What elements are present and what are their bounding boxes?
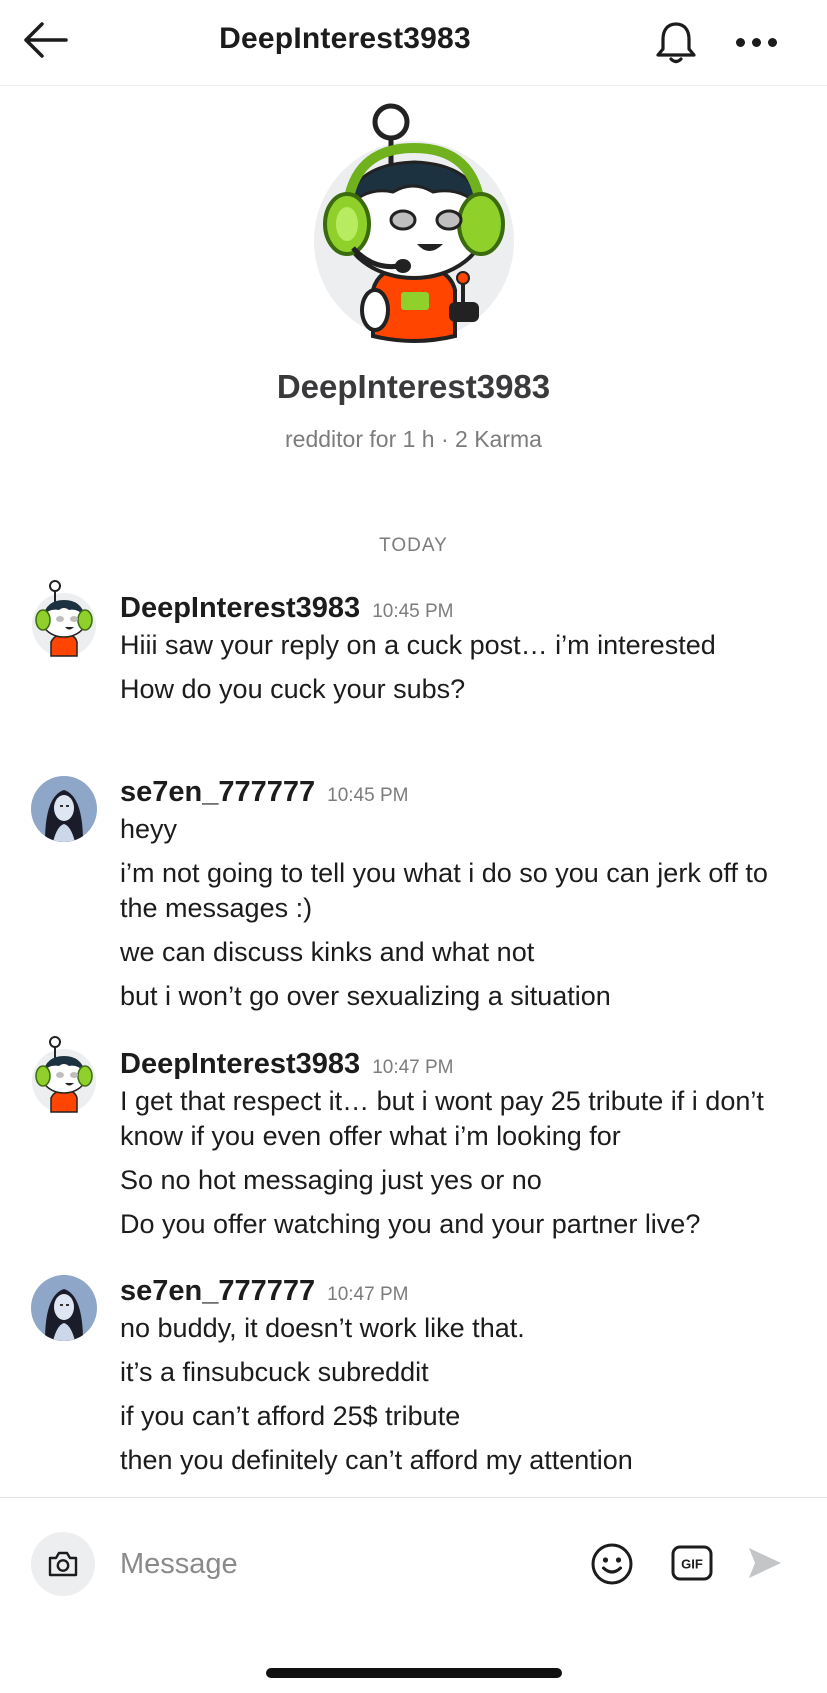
message-time: 10:45 PM [327, 785, 409, 806]
header-title: DeepInterest3983 [219, 22, 471, 55]
profile-username[interactable]: DeepInterest3983 [0, 368, 827, 406]
gif-button[interactable]: GIF [671, 1543, 713, 1583]
message-composer: GIF [0, 1497, 827, 1627]
message-body: no buddy, it doesn’t work like that. it’… [120, 1311, 800, 1487]
message-text: i’m not going to tell you what i do so y… [120, 858, 768, 923]
message-text: heyy [120, 814, 178, 844]
message-body: heyy i’m not going to tell you what i do… [120, 812, 800, 1023]
chat-header: DeepInterest3983 [0, 0, 827, 86]
more-icon-dot [767, 37, 777, 47]
notifications-button[interactable] [650, 16, 702, 68]
message-author[interactable]: se7en_777777 [120, 1275, 315, 1308]
message-text: So no hot messaging just yes or no [120, 1165, 542, 1195]
message-text: How do you cuck your subs? [120, 674, 466, 704]
bell-icon [656, 22, 696, 64]
sender-avatar[interactable] [31, 1275, 97, 1341]
message-header: se7en_777777 10:45 PM [120, 776, 408, 812]
message-author[interactable]: DeepInterest3983 [120, 1048, 360, 1081]
message-text: but i won’t go over sexualizing a situat… [120, 981, 611, 1011]
sender-avatar[interactable] [31, 776, 97, 842]
message-time: 10:47 PM [327, 1284, 409, 1305]
message-author[interactable]: DeepInterest3983 [120, 592, 360, 625]
message-group: DeepInterest3983 10:45 PM Hiii saw your … [0, 580, 827, 732]
message-text: no buddy, it doesn’t work like that. [120, 1313, 525, 1343]
profile-meta: redditor for 1 h · 2 Karma [285, 426, 542, 452]
camera-icon [48, 1551, 78, 1577]
message-author[interactable]: se7en_777777 [120, 776, 315, 809]
gif-icon: GIF [671, 1545, 713, 1581]
message-time: 10:45 PM [372, 601, 454, 622]
message-text: then you definitely can’t afford my atte… [120, 1445, 633, 1475]
chat-screen: DeepInterest3983 DeepInterest3983 reddit… [0, 0, 827, 1693]
message-body: I get that respect it… but i wont pay 25… [120, 1084, 800, 1251]
more-icon-dot [735, 37, 745, 47]
message-text: Hiii saw your reply on a cuck post… i’m … [120, 630, 716, 660]
message-group: DeepInterest3983 10:47 PM I get that res… [0, 1036, 827, 1258]
message-group: se7en_777777 10:47 PM no buddy, it doesn… [0, 1275, 827, 1490]
message-text: it’s a finsubcuck subreddit [120, 1357, 429, 1387]
message-input[interactable] [120, 1538, 560, 1590]
message-group: se7en_777777 10:45 PM heyy i’m not going… [0, 776, 827, 1026]
message-header: DeepInterest3983 10:45 PM [120, 592, 454, 628]
sender-avatar[interactable] [31, 580, 97, 658]
message-header: DeepInterest3983 10:47 PM [120, 1048, 454, 1084]
sender-avatar[interactable] [31, 1036, 97, 1114]
day-separator: TODAY [379, 535, 448, 556]
message-text: Do you offer watching you and your partn… [120, 1209, 701, 1239]
message-body: Hiii saw your reply on a cuck post… i’m … [120, 628, 800, 716]
emoji-icon[interactable] [590, 1542, 634, 1586]
message-text: if you can’t afford 25$ tribute [120, 1401, 461, 1431]
send-icon[interactable] [746, 1544, 784, 1582]
message-header: se7en_777777 10:47 PM [120, 1275, 408, 1311]
home-indicator[interactable] [266, 1668, 562, 1678]
gif-label: GIF [681, 1557, 703, 1572]
message-time: 10:47 PM [372, 1057, 454, 1078]
message-text: I get that respect it… but i wont pay 25… [120, 1086, 764, 1151]
profile-avatar[interactable] [313, 103, 515, 343]
camera-button[interactable] [31, 1532, 95, 1596]
more-icon-dot [751, 37, 761, 47]
message-text: we can discuss kinks and what not [120, 937, 535, 967]
more-options-button[interactable] [728, 22, 784, 62]
